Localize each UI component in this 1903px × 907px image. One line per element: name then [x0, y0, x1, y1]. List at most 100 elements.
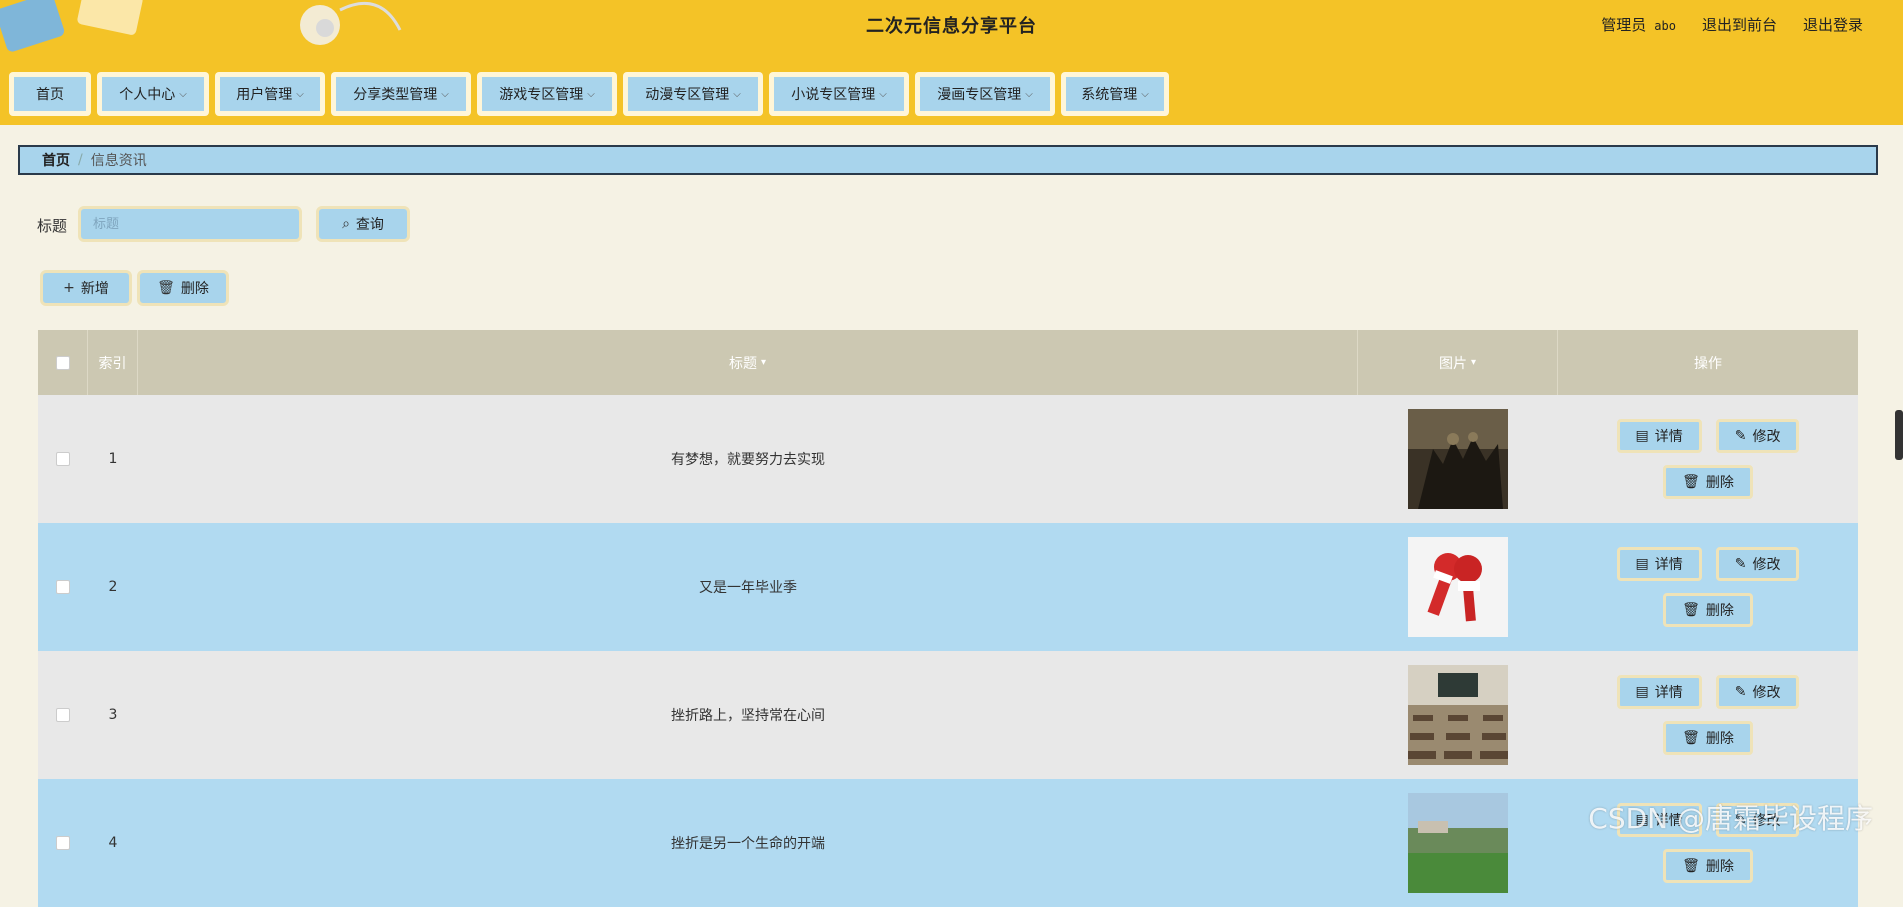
edit-label: 修改: [1752, 429, 1781, 445]
edit-button[interactable]: ✎ 修改: [1715, 675, 1800, 709]
nav-item-personal-center[interactable]: 个人中心 ⌵: [97, 72, 209, 116]
row-checkbox[interactable]: [56, 708, 70, 722]
nav-label: 系统管理: [1081, 87, 1138, 103]
document-icon: ▤: [1635, 684, 1649, 700]
trash-icon: 🗑: [1682, 858, 1700, 874]
delete-button[interactable]: 🗑 删除: [1663, 849, 1753, 883]
header-index: 索引: [88, 330, 138, 395]
username: abo: [1654, 19, 1676, 33]
row-title: 挫折是另一个生命的开端: [671, 836, 825, 852]
nav-item-inner: 动漫专区管理 ⌵: [628, 77, 758, 111]
search-icon: ⌕: [342, 216, 350, 232]
nav-item-comic-zone-management[interactable]: 漫画专区管理 ⌵: [915, 72, 1055, 116]
search-button[interactable]: ⌕ 查询: [316, 206, 410, 242]
nav-item-anime-zone-management[interactable]: 动漫专区管理 ⌵: [623, 72, 763, 116]
search-title-label: 标题: [37, 217, 68, 235]
row-title: 又是一年毕业季: [699, 580, 797, 596]
nav-item-inner: 个人中心 ⌵: [102, 77, 204, 111]
header-image[interactable]: 图片 ▾: [1358, 330, 1558, 395]
nav-item-inner: 分享类型管理 ⌵: [336, 77, 466, 111]
breadcrumb-home[interactable]: 首页: [42, 150, 70, 170]
breadcrumb: 首页 / 信息资讯: [18, 145, 1878, 175]
row-image-cell: [1358, 409, 1558, 509]
header-index-label: 索引: [98, 355, 127, 372]
nav-item-home[interactable]: 首页: [9, 72, 91, 116]
edit-label: 修改: [1752, 557, 1781, 573]
nav-item-game-zone-management[interactable]: 游戏专区管理 ⌵: [477, 72, 617, 116]
ops-line: ▤ 详情 ✎ 修改: [1616, 547, 1800, 581]
nav-label: 游戏专区管理: [499, 87, 584, 103]
row-image-cell: [1358, 793, 1558, 893]
add-button[interactable]: + 新增: [40, 270, 132, 306]
trash-icon: 🗑: [1682, 474, 1700, 490]
nav-item-novel-zone-management[interactable]: 小说专区管理 ⌵: [769, 72, 909, 116]
nav-item-system-management[interactable]: 系统管理 ⌵: [1061, 72, 1169, 116]
pencil-icon: ✎: [1734, 428, 1747, 444]
row-checkbox[interactable]: [56, 836, 70, 850]
nav-item-share-type-management[interactable]: 分享类型管理 ⌵: [331, 72, 471, 116]
row-index: 3: [108, 707, 118, 723]
nav-label: 小说专区管理: [791, 87, 876, 103]
dark-crowd-thumbnail: [1408, 409, 1508, 509]
delete-label: 删除: [1705, 859, 1734, 875]
row-checkbox-cell[interactable]: [38, 452, 88, 466]
breadcrumb-current: 信息资讯: [90, 153, 147, 169]
delete-button[interactable]: 🗑 删除: [1663, 721, 1753, 755]
ops-line: ▤ 详情 ✎ 修改: [1616, 419, 1800, 453]
edit-button[interactable]: ✎ 修改: [1715, 547, 1800, 581]
exit-to-front-link[interactable]: 退出到前台: [1702, 14, 1777, 35]
chevron-down-icon: ⌵: [296, 88, 304, 100]
nav-label: 漫画专区管理: [937, 87, 1022, 103]
row-checkbox-cell[interactable]: [38, 836, 88, 850]
row-checkbox[interactable]: [56, 452, 70, 466]
sort-icon: ▾: [760, 357, 767, 368]
header-select-all[interactable]: [38, 330, 88, 395]
row-checkbox[interactable]: [56, 580, 70, 594]
edit-button[interactable]: ✎ 修改: [1715, 419, 1800, 453]
header-title-label: 标题: [728, 355, 757, 372]
trash-icon: 🗑: [1682, 730, 1700, 746]
detail-button[interactable]: ▤ 详情: [1616, 675, 1702, 709]
header-title[interactable]: 标题 ▾: [138, 330, 1358, 395]
detail-button[interactable]: ▤ 详情: [1616, 547, 1702, 581]
logout-link[interactable]: 退出登录: [1803, 14, 1863, 35]
row-title: 有梦想，就要努力去实现: [671, 452, 825, 468]
header-ops: 操作: [1558, 330, 1858, 395]
plus-icon: +: [63, 280, 75, 296]
nav-label: 个人中心: [119, 87, 176, 103]
sort-icon: ▾: [1470, 357, 1477, 368]
trash-icon: 🗑: [157, 280, 175, 296]
delete-button[interactable]: 🗑 删除: [1663, 465, 1753, 499]
detail-label: 详情: [1654, 685, 1683, 701]
top-header: 二次元信息分享平台 管理员 abo 退出到前台 退出登录: [0, 0, 1903, 65]
news-table: 索引 标题 ▾ 图片 ▾ 操作 1 有梦想，就要努力去实现 ▤ 详情 ✎ 修改 🗑 删除: [38, 330, 1858, 907]
classroom-thumbnail: [1408, 665, 1508, 765]
table-row: 1 有梦想，就要努力去实现 ▤ 详情 ✎ 修改 🗑 删除: [38, 395, 1858, 523]
detail-button[interactable]: ▤ 详情: [1616, 419, 1702, 453]
nav-item-inner: 系统管理 ⌵: [1066, 77, 1164, 111]
edit-label: 修改: [1752, 685, 1781, 701]
delete-button[interactable]: 🗑 删除: [1663, 593, 1753, 627]
page-scrollbar[interactable]: [1895, 410, 1903, 460]
header-image-label: 图片: [1438, 355, 1467, 372]
add-button-label: 新增: [80, 281, 109, 297]
select-all-checkbox[interactable]: [55, 355, 70, 370]
chevron-down-icon: ⌵: [587, 88, 595, 100]
delete-label: 删除: [1705, 603, 1734, 619]
row-index: 2: [108, 579, 118, 595]
row-checkbox-cell[interactable]: [38, 708, 88, 722]
breadcrumb-separator: /: [78, 152, 83, 168]
chevron-down-icon: ⌵: [179, 88, 187, 100]
nav-label: 首页: [36, 87, 64, 103]
row-title: 挫折路上，坚持常在心间: [671, 708, 825, 724]
nav-item-inner: 小说专区管理 ⌵: [774, 77, 904, 111]
row-checkbox-cell[interactable]: [38, 580, 88, 594]
search-title-input[interactable]: [78, 206, 302, 242]
row-image-cell: [1358, 537, 1558, 637]
nav-item-user-management[interactable]: 用户管理 ⌵: [215, 72, 325, 116]
nav-label: 用户管理: [236, 87, 293, 103]
delete-label: 删除: [1705, 731, 1734, 747]
row-ops: ▤ 详情 ✎ 修改 🗑 删除: [1558, 419, 1858, 499]
pencil-icon: ✎: [1734, 684, 1747, 700]
bulk-delete-button[interactable]: 🗑 删除: [137, 270, 229, 306]
